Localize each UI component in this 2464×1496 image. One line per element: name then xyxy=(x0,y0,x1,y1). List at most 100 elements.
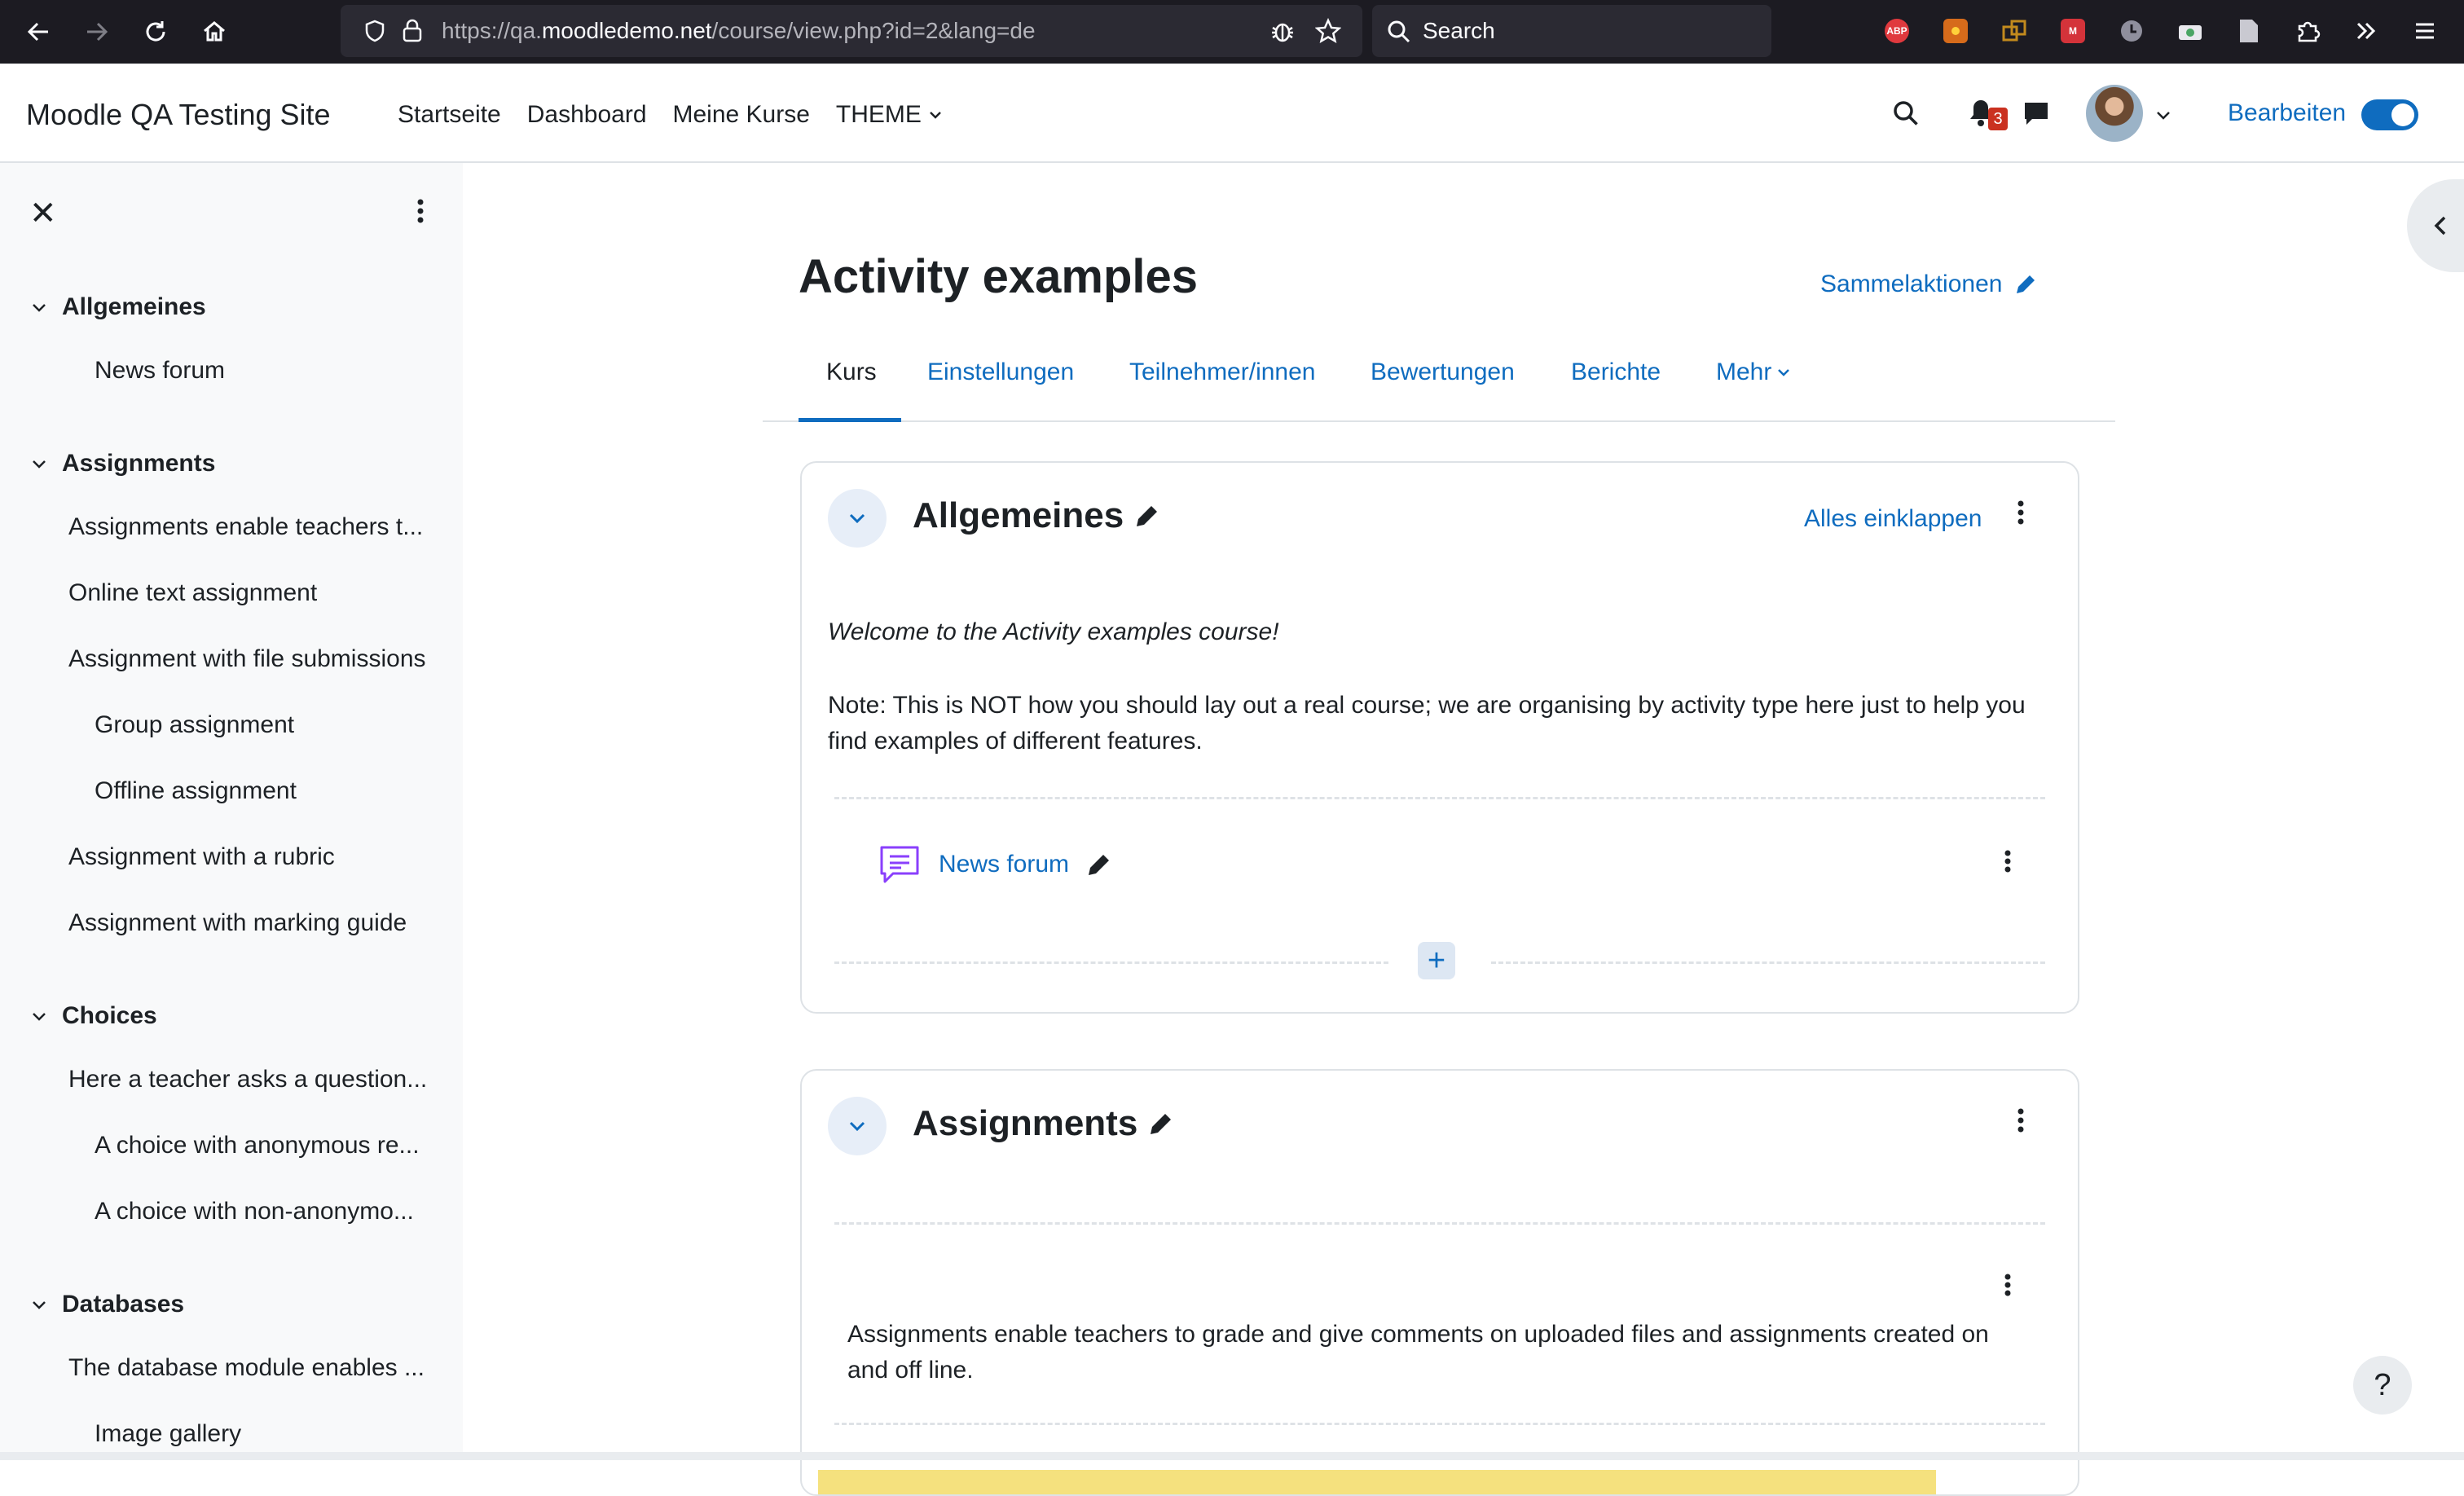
divider xyxy=(834,797,2045,799)
search-icon xyxy=(1387,20,1411,44)
help-question-button[interactable]: ? xyxy=(2353,1356,2412,1415)
puzzle-icon[interactable] xyxy=(2293,16,2322,46)
section-welcome-text: Welcome to the Activity examples course! xyxy=(828,618,1279,645)
sun-extension-icon[interactable] xyxy=(1941,16,1970,46)
chevron-down-icon xyxy=(1778,369,1790,376)
url-bar[interactable]: https://qa.moodledemo.net/course/view.ph… xyxy=(341,5,1362,57)
course-index-item[interactable]: A choice with non-anonymo... xyxy=(95,1198,414,1225)
course-index-item[interactable]: A choice with anonymous re... xyxy=(95,1132,420,1159)
section-title: Assignments xyxy=(913,1103,1175,1144)
chevron-down-icon xyxy=(849,513,865,524)
activity-news-forum: News forum xyxy=(878,844,1113,885)
overflow-chevrons-icon[interactable] xyxy=(2352,16,2381,46)
tab-settings[interactable]: Einstellungen xyxy=(927,359,1074,386)
user-avatar[interactable] xyxy=(2086,85,2143,142)
edit-mode-toggle[interactable] xyxy=(2361,99,2418,130)
shield-icon[interactable] xyxy=(363,20,386,42)
course-index-item[interactable]: The database module enables ... xyxy=(68,1354,425,1382)
url-text[interactable]: https://qa.moodledemo.net/course/view.ph… xyxy=(442,18,1036,44)
grid-extension-icon[interactable]: M xyxy=(2058,16,2088,46)
tab-course[interactable]: Kurs xyxy=(826,359,877,386)
search-bar[interactable]: Search xyxy=(1372,5,1771,57)
navbar-search-icon[interactable] xyxy=(1892,99,1920,127)
chevron-down-icon xyxy=(930,112,941,119)
course-index-drawer: ✕ Allgemeines News forum Assignments Ass… xyxy=(0,163,463,1460)
course-index-item[interactable]: Assignment with marking guide xyxy=(68,909,407,937)
tab-participants[interactable]: Teilnehmer/innen xyxy=(1129,359,1315,386)
user-menu-chevron-icon[interactable] xyxy=(2154,106,2172,124)
star-icon[interactable] xyxy=(1315,18,1341,44)
course-index-item[interactable]: Assignment with a rubric xyxy=(68,843,335,871)
drawer-options-kebab-icon[interactable] xyxy=(416,197,425,225)
course-index-item[interactable]: News forum xyxy=(95,357,225,385)
course-index-item[interactable]: Assignments enable teachers t... xyxy=(68,513,423,541)
window-bottom-edge xyxy=(0,1452,2464,1460)
assignments-summary-text: Assignments enable teachers to grade and… xyxy=(847,1321,1989,1384)
messages-icon[interactable] xyxy=(2022,99,2050,127)
nav-link-theme[interactable]: THEME xyxy=(836,101,943,129)
pencil-icon[interactable] xyxy=(1147,1110,1175,1137)
add-activity-plus-icon[interactable]: + xyxy=(1418,942,1455,979)
adblock-icon[interactable]: ABP xyxy=(1882,16,1912,46)
lock-icon[interactable] xyxy=(401,18,424,42)
primary-navigation: Startseite Dashboard Meine Kurse THEME xyxy=(398,101,969,129)
course-index-item[interactable]: Online text assignment xyxy=(68,579,317,607)
collapse-all-link[interactable]: Alles einklappen xyxy=(1804,505,1982,533)
chevron-down-icon xyxy=(33,1013,46,1021)
bug-icon[interactable] xyxy=(1269,18,1296,44)
pencil-icon xyxy=(2017,275,2035,293)
divider xyxy=(834,961,1388,964)
nav-link-dashboard[interactable]: Dashboard xyxy=(527,101,647,129)
windows-extension-icon[interactable] xyxy=(2000,16,2029,46)
pencil-icon[interactable] xyxy=(1133,502,1161,530)
file-extension-icon[interactable] xyxy=(2234,16,2264,46)
activity-options-kebab-icon[interactable] xyxy=(2003,1273,2013,1297)
chevron-down-icon xyxy=(33,304,46,312)
close-drawer-icon[interactable]: ✕ xyxy=(29,197,57,230)
divider xyxy=(1491,961,2045,964)
nav-link-my-courses[interactable]: Meine Kurse xyxy=(673,101,810,129)
course-index-item[interactable]: Offline assignment xyxy=(95,777,297,805)
chevron-left-icon xyxy=(2434,216,2446,235)
course-index-item[interactable]: Image gallery xyxy=(95,1420,241,1448)
chevron-down-icon xyxy=(33,460,46,469)
section-collapse-toggle[interactable] xyxy=(828,489,887,548)
course-index-section-databases[interactable]: Databases xyxy=(29,1291,184,1318)
tab-grades[interactable]: Bewertungen xyxy=(1371,359,1515,386)
chevron-down-icon xyxy=(849,1121,865,1132)
course-index-item[interactable]: Group assignment xyxy=(95,711,294,739)
course-index-section-assignments[interactable]: Assignments xyxy=(29,450,215,477)
course-index-item[interactable]: Here a teacher asks a question... xyxy=(68,1066,427,1093)
clock-extension-icon[interactable] xyxy=(2117,16,2146,46)
course-section-assignments: Assignments Assignments enable teachers … xyxy=(800,1069,2079,1496)
bulk-edit-button[interactable]: Sammelaktionen xyxy=(1820,271,2038,298)
course-index-item[interactable]: Assignment with file submissions xyxy=(68,645,426,673)
reload-icon[interactable] xyxy=(139,15,173,49)
search-placeholder: Search xyxy=(1423,18,1495,43)
section-collapse-toggle[interactable] xyxy=(828,1097,887,1155)
activity-link[interactable]: News forum xyxy=(939,851,1069,878)
home-icon[interactable] xyxy=(197,15,231,49)
secondary-navigation: Kurs Einstellungen Teilnehmer/innen Bewe… xyxy=(763,342,2115,422)
camera-extension-icon[interactable] xyxy=(2176,16,2205,46)
pencil-icon[interactable] xyxy=(1085,851,1113,878)
divider xyxy=(834,1423,2045,1425)
back-icon[interactable] xyxy=(21,15,55,49)
browser-toolbar: https://qa.moodledemo.net/course/view.ph… xyxy=(0,0,2464,64)
tab-reports[interactable]: Berichte xyxy=(1571,359,1661,386)
edit-mode-label: Bearbeiten xyxy=(2228,99,2347,126)
course-index-section-general[interactable]: Allgemeines xyxy=(29,293,206,321)
course-index-section-choices[interactable]: Choices xyxy=(29,1002,157,1030)
site-name[interactable]: Moodle QA Testing Site xyxy=(26,98,331,132)
notification-count-badge: 3 xyxy=(1988,108,2008,130)
tab-more[interactable]: Mehr xyxy=(1716,359,1791,386)
divider xyxy=(834,1222,2045,1225)
hamburger-menu-icon[interactable] xyxy=(2410,16,2440,46)
section-options-kebab-icon[interactable] xyxy=(2016,1107,2026,1134)
activity-options-kebab-icon[interactable] xyxy=(2003,849,2013,873)
forum-icon xyxy=(880,846,919,883)
nav-link-home[interactable]: Startseite xyxy=(398,101,501,129)
forward-icon[interactable] xyxy=(80,15,114,49)
chevron-down-icon xyxy=(33,1301,46,1309)
section-options-kebab-icon[interactable] xyxy=(2016,499,2026,526)
